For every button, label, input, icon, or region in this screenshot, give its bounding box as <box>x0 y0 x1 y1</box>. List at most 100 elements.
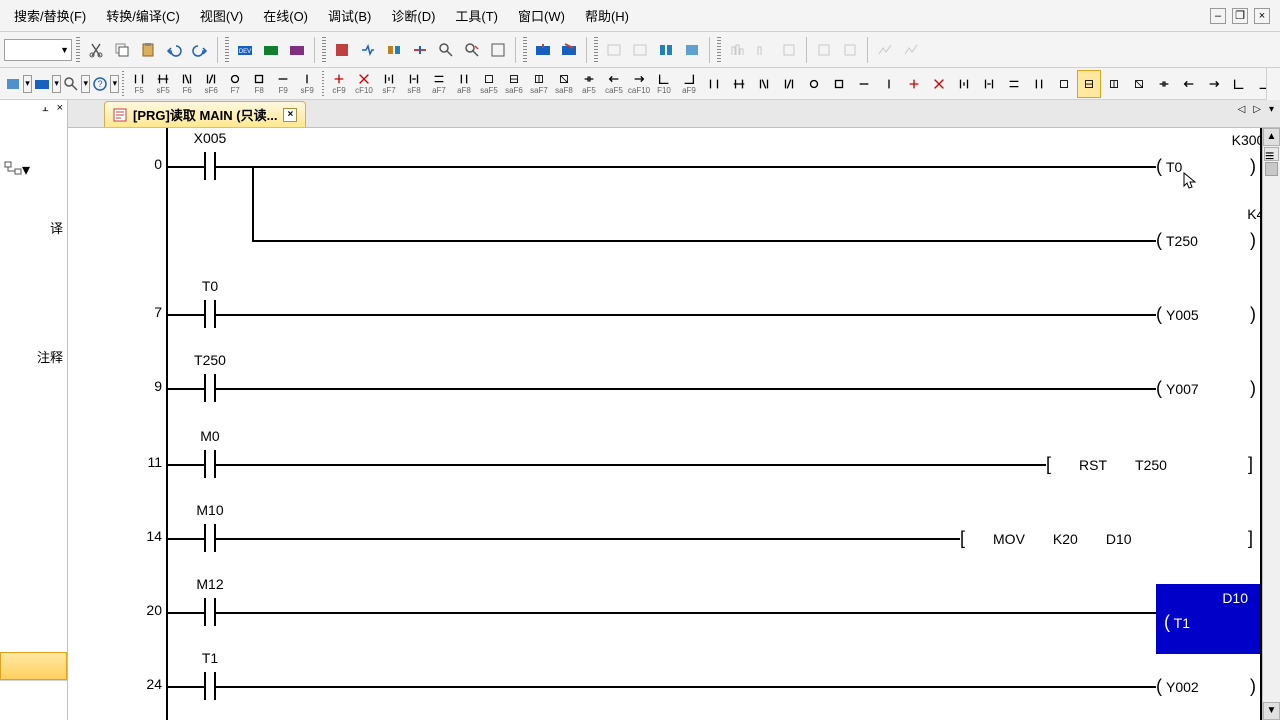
tb-icon-14[interactable] <box>725 38 749 62</box>
menu-debug[interactable]: 调试(B) <box>318 2 381 29</box>
fn-tool-0[interactable]: cF9 <box>327 70 351 98</box>
fn-tool-26[interactable] <box>977 70 1001 98</box>
fn-key-F9[interactable]: F9 <box>271 70 295 98</box>
copy-button[interactable] <box>110 38 134 62</box>
fn-tool-32[interactable] <box>1127 70 1151 98</box>
tb-icon-12[interactable] <box>654 38 678 62</box>
rung-step-7[interactable]: 7T0(Y005) <box>68 286 1262 366</box>
fn-tool-30[interactable] <box>1077 70 1101 98</box>
menu-help[interactable]: 帮助(H) <box>575 2 639 29</box>
fn-tool-8[interactable]: saF7 <box>527 70 551 98</box>
tab-close-button[interactable]: × <box>283 108 297 122</box>
pin-button[interactable]: ⫠ <box>40 102 51 115</box>
scroll-up-button[interactable]: ▲ <box>1263 128 1280 146</box>
fn-icon-b[interactable] <box>33 72 51 96</box>
rung-step-11[interactable]: 11M0[RSTT250] <box>68 436 1262 516</box>
menu-tools[interactable]: 工具(T) <box>445 2 508 29</box>
tab-list-button[interactable]: ▾ <box>1267 104 1276 115</box>
fn-tool-23[interactable] <box>902 70 926 98</box>
coil-Y007[interactable]: (Y007 <box>1156 378 1203 399</box>
fn-tool-16[interactable] <box>727 70 751 98</box>
fn-key-sF9[interactable]: sF9 <box>295 70 319 98</box>
rung-step-24[interactable]: 24T1(Y002) <box>68 658 1262 720</box>
tb-icon-18[interactable] <box>838 38 862 62</box>
tb-icon-1[interactable] <box>330 38 354 62</box>
menu-window[interactable]: 窗口(W) <box>508 2 575 29</box>
scroll-thumb[interactable] <box>1265 162 1278 176</box>
tb-icon-13[interactable] <box>680 38 704 62</box>
fn-tool-33[interactable] <box>1152 70 1176 98</box>
vertical-scrollbar[interactable]: ▲ ≡ ▼ <box>1262 128 1280 720</box>
fn-tool-15[interactable] <box>702 70 726 98</box>
fn-tool-29[interactable] <box>1052 70 1076 98</box>
menu-online[interactable]: 在线(O) <box>253 2 318 29</box>
fn-tool-13[interactable]: F10 <box>652 70 676 98</box>
fn-tool-6[interactable]: saF5 <box>477 70 501 98</box>
menu-search-replace[interactable]: 搜索/替换(F) <box>4 2 96 29</box>
scroll-down-button[interactable]: ▼ <box>1263 702 1280 720</box>
fn-key-F6[interactable]: F6 <box>175 70 199 98</box>
fn-key-F7[interactable]: F7 <box>223 70 247 98</box>
close-button[interactable]: × <box>1254 8 1270 24</box>
coil-Y005[interactable]: (Y005 <box>1156 304 1203 325</box>
fn-tool-24[interactable] <box>927 70 951 98</box>
tb-icon-7[interactable] <box>486 38 510 62</box>
restore-button[interactable]: ❐ <box>1232 8 1248 24</box>
fn-dropdown-c[interactable]: ▾ <box>81 75 90 93</box>
fn-tool-18[interactable] <box>777 70 801 98</box>
tb-icon-4[interactable] <box>408 38 432 62</box>
cut-button[interactable] <box>84 38 108 62</box>
fn-tool-1[interactable]: cF10 <box>352 70 376 98</box>
rung-step-20[interactable]: 20M12D10( T1 <box>68 584 1262 664</box>
fn-tool-19[interactable] <box>802 70 826 98</box>
tab-prev-button[interactable]: ◁ <box>1236 104 1248 115</box>
fn-tool-21[interactable] <box>852 70 876 98</box>
fn-key-F8[interactable]: F8 <box>247 70 271 98</box>
minimize-button[interactable]: – <box>1210 8 1226 24</box>
fn-tool-25[interactable] <box>952 70 976 98</box>
tb-icon-8[interactable] <box>531 38 555 62</box>
paste-button[interactable] <box>136 38 160 62</box>
menu-view[interactable]: 视图(V) <box>190 2 253 29</box>
fn-tool-34[interactable] <box>1177 70 1201 98</box>
fn-tool-3[interactable]: sF8 <box>402 70 426 98</box>
fn-tool-7[interactable]: saF6 <box>502 70 526 98</box>
tb-icon-10[interactable] <box>602 38 626 62</box>
fn-dropdown-a[interactable]: ▾ <box>23 75 32 93</box>
fn-tool-12[interactable]: caF10 <box>627 70 651 98</box>
fn-tool-14[interactable]: aF9 <box>677 70 701 98</box>
coil-T250[interactable]: (T250K450 <box>1156 230 1202 251</box>
fn-icon-a[interactable] <box>4 72 22 96</box>
fn-dropdown-b[interactable]: ▾ <box>52 75 61 93</box>
verify-button[interactable] <box>285 38 309 62</box>
fn-tool-10[interactable]: aF5 <box>577 70 601 98</box>
panel-item[interactable] <box>0 680 67 708</box>
tb-icon-19[interactable] <box>873 38 897 62</box>
undo-button[interactable] <box>162 38 186 62</box>
panel-tree-icon[interactable]: ▾ <box>0 154 67 186</box>
fn-tool-27[interactable] <box>1002 70 1026 98</box>
fn-tool-36[interactable] <box>1227 70 1251 98</box>
redo-button[interactable] <box>188 38 212 62</box>
tb-icon-20[interactable] <box>899 38 923 62</box>
fn-tool-28[interactable] <box>1027 70 1051 98</box>
fn-help-button[interactable]: ? <box>91 72 109 96</box>
rung-step-0[interactable]: 0X005(T0K300)(T250K450) <box>68 138 1262 218</box>
fn-overflow-right[interactable] <box>1266 68 1280 100</box>
fn-tool-11[interactable]: caF5 <box>602 70 626 98</box>
tb-icon-16[interactable] <box>777 38 801 62</box>
rung-step-9[interactable]: 9T250(Y007) <box>68 360 1262 440</box>
fn-icon-c[interactable] <box>62 72 80 96</box>
selected-coil[interactable]: D10( T1 <box>1156 584 1260 654</box>
fn-tool-31[interactable] <box>1102 70 1126 98</box>
rung-step-14[interactable]: 14M10[MOVK20D10] <box>68 510 1262 590</box>
fn-tool-22[interactable] <box>877 70 901 98</box>
coil-Y002[interactable]: (Y002 <box>1156 676 1203 697</box>
tb-icon-17[interactable] <box>812 38 836 62</box>
read-plc-button[interactable] <box>259 38 283 62</box>
fn-overflow-a[interactable]: ▾ <box>110 75 119 93</box>
fn-tool-20[interactable] <box>827 70 851 98</box>
fn-tool-5[interactable]: aF8 <box>452 70 476 98</box>
instruction-RST[interactable]: [RSTT250 <box>1046 454 1167 475</box>
fn-key-sF5[interactable]: sF5 <box>151 70 175 98</box>
